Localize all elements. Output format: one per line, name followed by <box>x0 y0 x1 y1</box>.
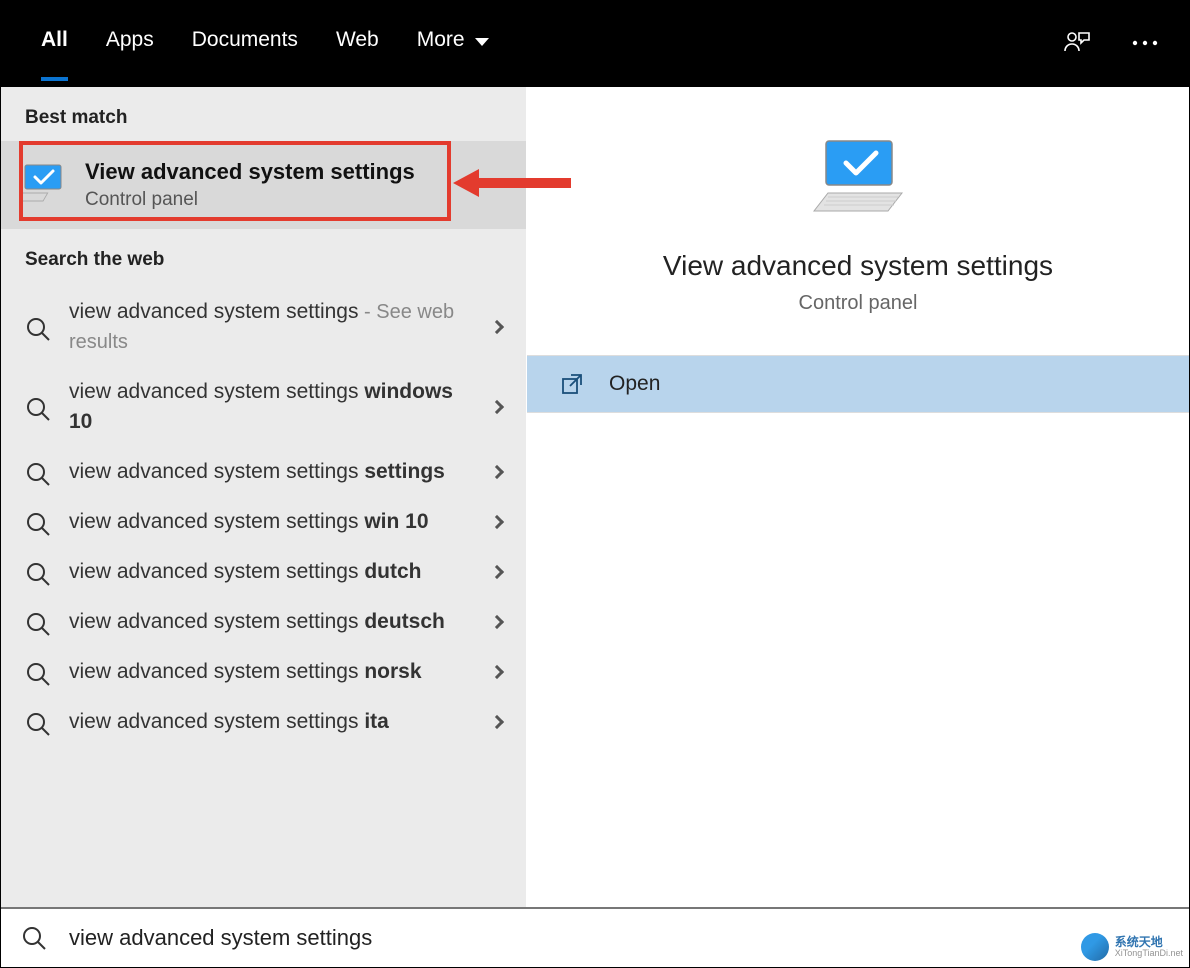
ellipsis-icon[interactable] <box>1131 39 1159 47</box>
search-icon <box>25 661 51 687</box>
search-bar: 系统天地 XiTongTianDi.net <box>1 907 1189 967</box>
tab-apps[interactable]: Apps <box>106 25 154 81</box>
divider <box>527 412 1189 413</box>
open-action[interactable]: Open <box>527 356 1189 412</box>
search-icon <box>25 396 51 422</box>
monitor-check-icon <box>808 137 908 232</box>
search-icon <box>25 611 51 637</box>
search-topbar: All Apps Documents Web More <box>1 1 1189 87</box>
watermark: 系统天地 XiTongTianDi.net <box>1081 933 1183 961</box>
tab-documents[interactable]: Documents <box>192 25 298 81</box>
chevron-right-icon <box>490 400 504 414</box>
web-result-text: view advanced system settings settings <box>69 457 474 487</box>
web-results-list: view advanced system settings - See web … <box>1 283 526 747</box>
results-pane: Best match View advanced system settings… <box>1 87 527 907</box>
search-icon <box>25 561 51 587</box>
watermark-url: XiTongTianDi.net <box>1115 948 1183 958</box>
search-web-label: Search the web <box>1 229 526 283</box>
search-icon <box>25 711 51 737</box>
watermark-title: 系统天地 <box>1115 936 1183 948</box>
web-result-text: view advanced system settings norsk <box>69 657 474 687</box>
web-result-text: view advanced system settings ita <box>69 707 474 737</box>
filter-tabs: All Apps Documents Web More <box>41 1 489 81</box>
web-result[interactable]: view advanced system settings win 10 <box>1 497 526 547</box>
monitor-check-icon <box>19 165 67 205</box>
chevron-right-icon <box>490 615 504 629</box>
search-icon <box>25 511 51 537</box>
web-result[interactable]: view advanced system settings deutsch <box>1 597 526 647</box>
chevron-right-icon <box>490 715 504 729</box>
search-icon <box>25 316 51 342</box>
chevron-right-icon <box>490 465 504 479</box>
web-result[interactable]: view advanced system settings norsk <box>1 647 526 697</box>
best-match-title: View advanced system settings <box>85 159 415 185</box>
web-result-text: view advanced system settings deutsch <box>69 607 474 637</box>
topbar-actions <box>1063 1 1159 57</box>
best-match-label: Best match <box>1 87 526 141</box>
best-match-subtitle: Control panel <box>85 189 415 211</box>
search-icon <box>21 925 47 951</box>
tab-more-label: More <box>417 25 465 55</box>
search-input[interactable] <box>67 924 1169 952</box>
open-external-icon <box>561 373 583 395</box>
open-label: Open <box>609 372 660 396</box>
web-result-text: view advanced system settings - See web … <box>69 297 474 357</box>
chevron-right-icon <box>490 515 504 529</box>
tab-more[interactable]: More <box>417 25 489 81</box>
best-match-result[interactable]: View advanced system settings Control pa… <box>1 141 526 229</box>
feedback-icon[interactable] <box>1063 29 1091 57</box>
web-result[interactable]: view advanced system settings ita <box>1 697 526 747</box>
detail-title: View advanced system settings <box>527 250 1189 282</box>
chevron-right-icon <box>490 565 504 579</box>
chevron-right-icon <box>490 665 504 679</box>
detail-subtitle: Control panel <box>527 292 1189 315</box>
globe-icon <box>1081 933 1109 961</box>
chevron-right-icon <box>490 320 504 334</box>
web-result-text: view advanced system settings dutch <box>69 557 474 587</box>
web-result[interactable]: view advanced system settings settings <box>1 447 526 497</box>
web-result[interactable]: view advanced system settings windows 10 <box>1 367 526 447</box>
web-result-text: view advanced system settings win 10 <box>69 507 474 537</box>
detail-pane: View advanced system settings Control pa… <box>527 87 1189 907</box>
web-result[interactable]: view advanced system settings dutch <box>1 547 526 597</box>
best-match-text: View advanced system settings Control pa… <box>85 159 415 211</box>
chevron-down-icon <box>475 38 489 46</box>
web-result-text: view advanced system settings windows 10 <box>69 377 474 437</box>
web-result[interactable]: view advanced system settings - See web … <box>1 287 526 367</box>
tab-all[interactable]: All <box>41 25 68 81</box>
tab-web[interactable]: Web <box>336 25 379 81</box>
search-icon <box>25 461 51 487</box>
